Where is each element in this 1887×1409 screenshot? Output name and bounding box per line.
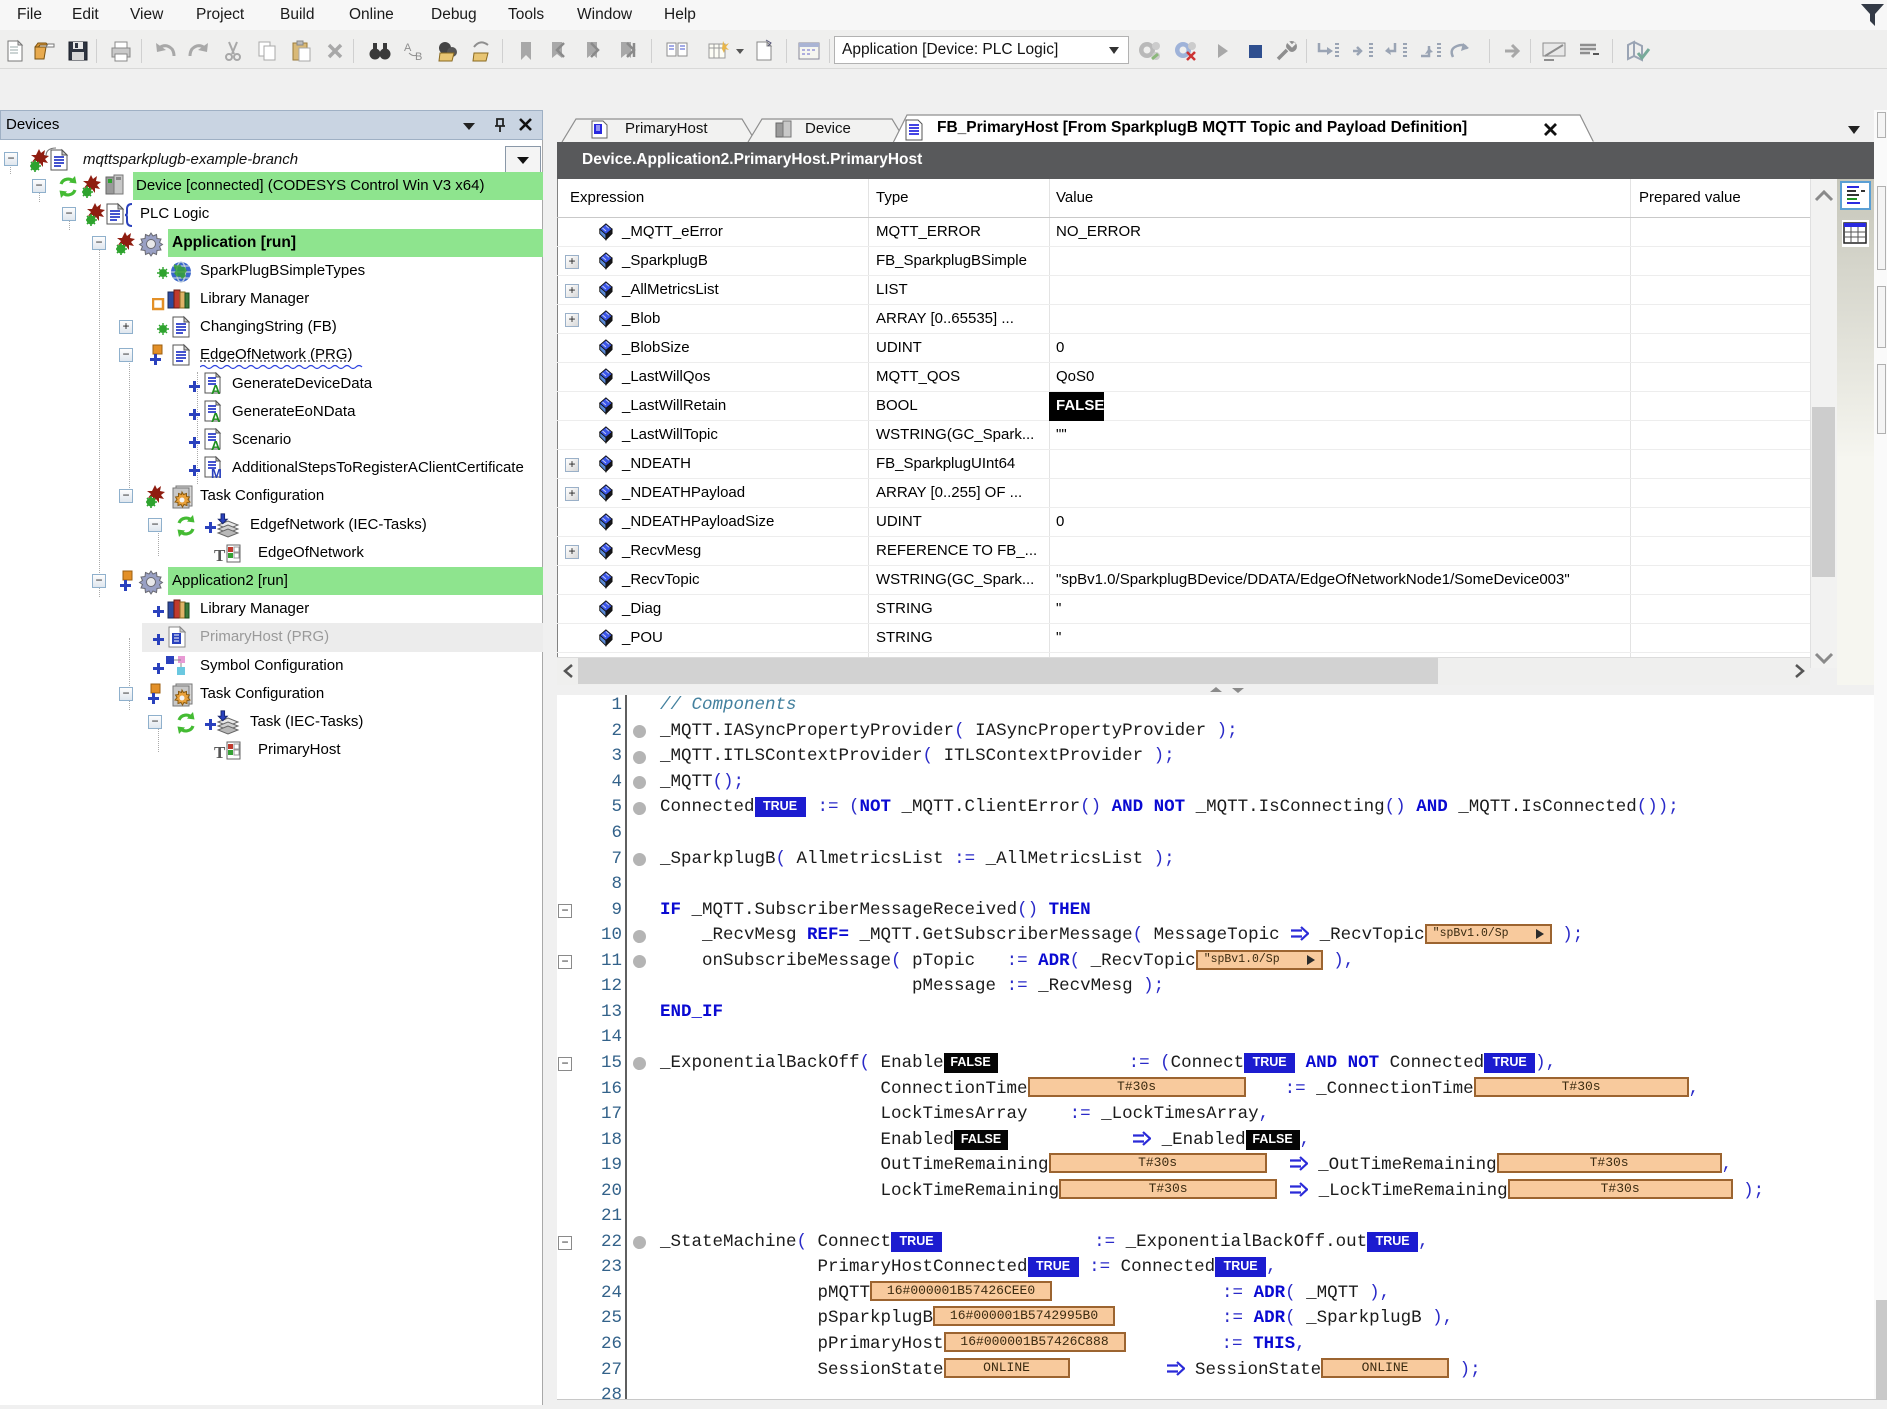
svg-text:A: A <box>211 410 221 424</box>
svg-text:A: A <box>404 42 412 54</box>
svg-text:T: T <box>214 546 226 565</box>
svg-text:B: B <box>415 51 422 63</box>
svg-text:A: A <box>211 438 221 452</box>
svg-text:A: A <box>211 382 221 396</box>
svg-text:T: T <box>214 743 226 762</box>
svg-text:M: M <box>211 466 222 480</box>
